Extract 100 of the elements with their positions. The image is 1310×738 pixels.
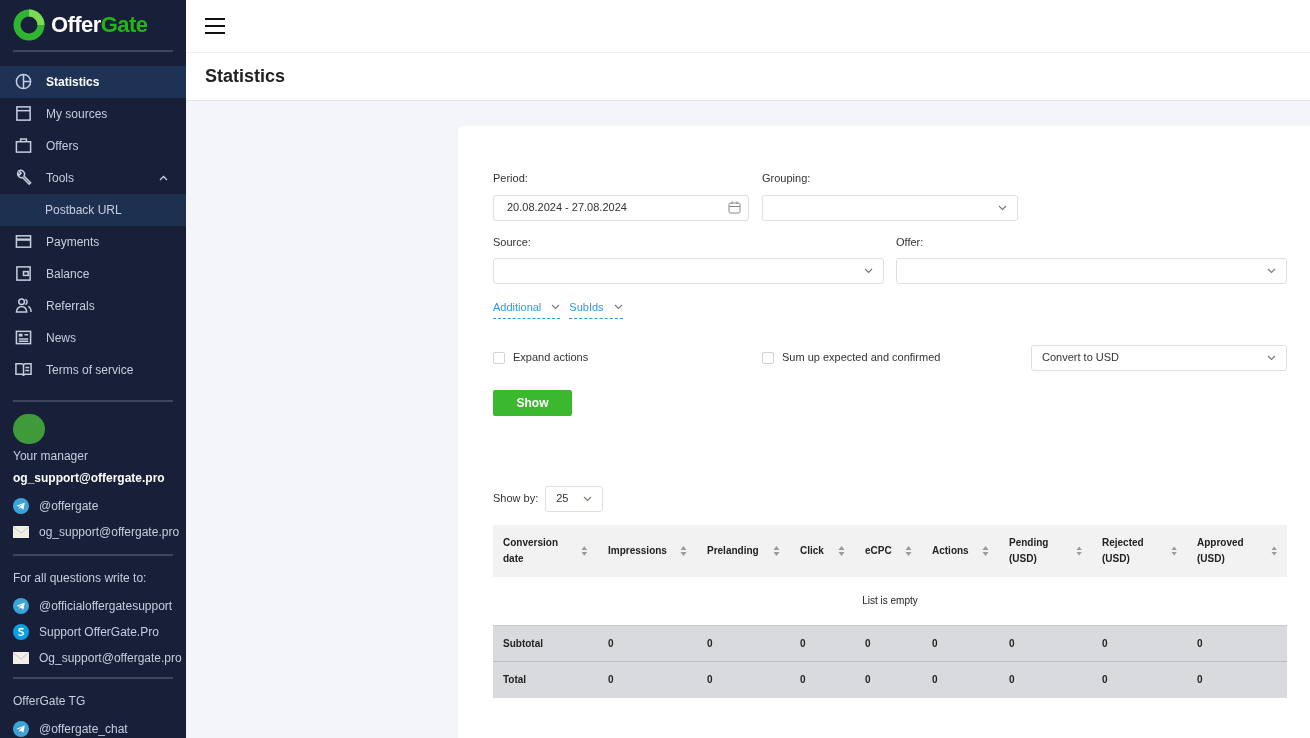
sort-icon[interactable] [905,544,912,557]
skype-contact[interactable]: Support OfferGate.Pro [39,623,159,641]
checkbox[interactable] [762,351,774,364]
logo-icon [13,8,45,41]
column-header[interactable]: Approved (USD) [1197,534,1267,567]
sort-icon[interactable] [1170,544,1177,557]
telegram-contact[interactable]: @offergate_chat [39,720,128,738]
sort-icon[interactable] [680,544,687,557]
nav-item[interactable]: My sources [0,97,186,130]
table-cell: 0 [608,674,614,686]
empty-message: List is empty [862,595,918,607]
sort-icon[interactable] [773,544,780,557]
field-label: Source: [493,234,532,250]
chevron-icon [551,304,561,311]
column-header[interactable]: Conversion date [503,534,578,567]
table-cell: 0 [1102,638,1108,649]
field-label: Offer: [896,234,925,250]
column-header[interactable]: eCPC [865,542,892,559]
nav-item[interactable]: Offers [0,129,186,162]
avatar [13,413,45,444]
book-icon [15,361,32,379]
table-cell: Subtotal [503,638,543,649]
chevron-icon [613,304,623,311]
table-cell: Total [503,674,527,686]
nav-subitem[interactable]: Postback URL [0,193,186,226]
mail-contact[interactable]: og_support@offergate.pro [39,523,180,541]
menu-icon[interactable] [205,18,225,34]
table-cell: 0 [865,638,871,649]
calendar-icon [728,201,741,214]
sort-icon[interactable] [1075,544,1082,557]
field-label: Grouping: [762,171,812,186]
mail-contact[interactable]: Og_support@offergate.pro [39,649,182,667]
sort-icon[interactable] [1270,544,1277,557]
table-cell: 0 [800,674,806,686]
people-icon [15,297,32,315]
chevron-icon [1267,268,1276,274]
telegram-icon [13,598,29,614]
column-header[interactable]: Prelanding [707,542,759,559]
pie-icon [15,73,32,91]
currency-dropdown[interactable]: Convert to USD [1031,344,1287,371]
checkbox-label: Expand actions [513,350,589,366]
logo-text: OfferGate [51,11,148,40]
table-cell: 0 [707,674,713,686]
tg-label: OfferGate TG [12,693,87,710]
checkbox-label: Sum up expected and confirmed [782,350,941,366]
source-dropdown[interactable] [493,258,884,284]
chevron-icon [998,204,1007,211]
column-header[interactable]: Actions [932,542,969,559]
show-by-label: Show by: [493,491,539,507]
nav-item[interactable]: Terms of service [0,353,186,386]
offer-dropdown[interactable] [896,258,1287,284]
table-cell: 0 [932,638,938,649]
column-header[interactable]: Pending (USD) [1009,534,1072,567]
table-cell: 0 [932,674,938,686]
news-icon [15,329,32,347]
skype-icon [13,624,29,640]
nav-item[interactable]: Statistics [0,65,186,98]
manager-label: Your manager [12,448,89,465]
checkbox[interactable] [493,351,505,364]
table-cell: 0 [1197,674,1203,686]
field-label: Period: [493,171,529,186]
table-cell: 0 [800,638,806,649]
table-cell: 0 [608,638,614,649]
nav-item[interactable]: Referrals [0,289,186,322]
column-header[interactable]: Rejected (USD) [1102,534,1167,567]
page-title: Statistics [205,65,286,88]
card-icon [15,233,32,251]
table-cell: 0 [865,674,871,686]
bag-icon [15,137,32,155]
column-header[interactable]: Impressions [608,542,667,559]
telegram-icon [13,498,29,514]
chevron-icon [864,268,873,274]
manager-email: og_support@offergate.pro [12,470,166,487]
sort-icon[interactable] [982,544,989,557]
window-icon [15,105,32,123]
telegram-contact[interactable]: @offergate [39,497,99,515]
wrench-icon [15,169,32,187]
chevron-icon [583,495,593,502]
table-cell: 0 [707,638,713,649]
table-cell: 0 [1102,674,1108,686]
nav-item[interactable]: Tools [0,161,186,194]
date-range-field[interactable]: 20.08.2024 - 27.08.2024 [493,194,749,221]
nav-item[interactable]: Balance [0,257,186,290]
table-cell: 0 [1197,638,1203,649]
envelope-icon [13,526,29,538]
nav-item[interactable]: News [0,321,186,354]
grouping-dropdown[interactable] [762,194,1018,221]
table-cell: 0 [1009,638,1015,649]
envelope-icon [13,652,29,664]
wallet-icon [15,265,32,283]
nav-item[interactable]: Payments [0,225,186,258]
chevron-icon [1267,354,1276,361]
sort-icon[interactable] [838,544,845,557]
telegram-icon [13,721,29,737]
telegram-contact[interactable]: @officialoffergatesupport [39,597,173,615]
questions-label: For all questions write to: [12,570,148,587]
page-size-dropdown[interactable]: 25 [545,485,604,512]
column-header[interactable]: Click [800,542,824,559]
sort-icon[interactable] [581,544,588,557]
table-cell: 0 [1009,674,1015,686]
